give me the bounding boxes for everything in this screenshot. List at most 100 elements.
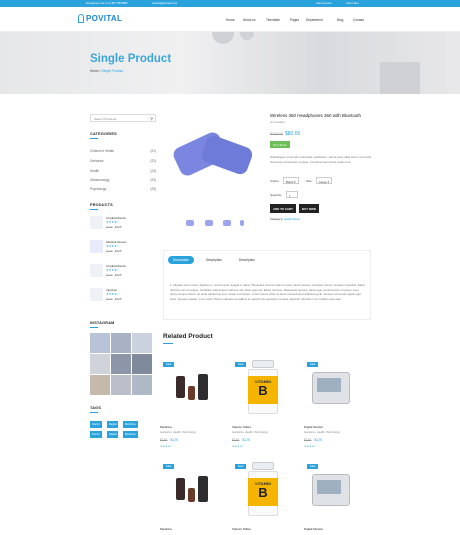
related-product-card[interactable]: Sale Medicine Geriatrics, Health, Psycho… [160, 356, 228, 454]
product-name[interactable]: Medicine [160, 425, 172, 429]
product-price: $148 $125 [304, 438, 322, 442]
category-item[interactable]: Children's Health (21) [90, 149, 156, 153]
product-thumbnail[interactable] [240, 220, 244, 226]
tab-description[interactable]: Description [201, 256, 227, 264]
bottle-image [198, 476, 208, 502]
tag-link[interactable]: Doctor [90, 421, 102, 428]
new-badge: New [235, 464, 247, 469]
rating-stars: ★★★★☆ [106, 244, 120, 248]
title-underline [90, 138, 98, 139]
bottle-image [176, 478, 185, 500]
product-name[interactable]: Digital Monitor [304, 425, 323, 429]
instagram-photo[interactable] [111, 375, 131, 395]
breadcrumb-separator: / [99, 69, 101, 73]
color-label: Colors: [270, 179, 280, 183]
color-select[interactable]: Black ▾ [283, 177, 299, 184]
tag-link[interactable]: Medicine [123, 431, 138, 438]
rating-stars: ★★★★☆ [106, 220, 120, 224]
cart-link[interactable]: Cart 0 Item [346, 2, 359, 5]
bottle-image [198, 374, 208, 400]
instagram-title: INSTAGRAM [90, 321, 115, 325]
nav-contact[interactable]: Contact [353, 18, 364, 22]
search-input[interactable]: Search Products... ⚲ [90, 114, 156, 122]
tab-content: 1. aliquam lorem ante, dapibus in, viver… [170, 283, 366, 301]
size-label: Size: [306, 179, 313, 183]
quantity-stepper[interactable]: 1 [286, 191, 298, 198]
instagram-photo[interactable] [90, 375, 110, 395]
tab-description-active[interactable]: Description [168, 256, 194, 264]
contact-email[interactable]: contact@domain.com [152, 2, 177, 5]
vitamin-label: VITAMIN B [248, 376, 278, 404]
tag-link[interactable]: Doctor [90, 431, 102, 438]
logo[interactable]: POVITAL [78, 14, 123, 23]
sidebar-product[interactable]: Cardial Monitor ★★★★☆ $175 $125 [90, 264, 156, 280]
product-reviews[interactable]: (2 reviews) [270, 120, 285, 124]
rating-stars: ★★★★☆ [304, 445, 318, 448]
sidebar-product[interactable]: Injection ★★★★☆ $175 $125 [90, 288, 156, 304]
instagram-photo[interactable] [111, 333, 131, 353]
product-categories: Geriatrics, Health, Psychology [160, 431, 196, 434]
search-icon[interactable]: ⚲ [150, 116, 153, 121]
instagram-photo[interactable] [90, 333, 110, 353]
brand-name: POVITAL [86, 14, 123, 23]
category-item[interactable]: Ultrasonology (24) [90, 178, 156, 182]
nav-timetable[interactable]: Timetable [266, 18, 280, 22]
instagram-photo[interactable] [132, 375, 152, 395]
product-name[interactable]: Vitamin Tablet [232, 527, 251, 531]
hero-lamp-image [240, 32, 254, 40]
breadcrumb: Home / Single Product [90, 69, 123, 73]
bottle-cap [252, 360, 274, 368]
tag-link[interactable]: Digital [107, 431, 119, 438]
tab-description[interactable]: Description [234, 256, 260, 264]
sidebar-product[interactable]: Cardial Monitor ★★★★☆ $185 $125 [90, 216, 156, 232]
category-item[interactable]: Psychology (25) [90, 187, 156, 191]
user-account-link[interactable]: User Account [316, 2, 331, 5]
buy-now-button[interactable]: BUY NOW [299, 204, 319, 213]
product-title: Wireless 360 Headphones 360 with Bluetoo… [270, 113, 362, 118]
product-categories: Geriatrics, Health, Psychology [304, 431, 340, 434]
breadcrumb-home[interactable]: Home [90, 69, 99, 73]
product-thumbnail [90, 216, 103, 229]
nav-pages[interactable]: Pages [290, 18, 299, 22]
instagram-photo[interactable] [111, 354, 131, 374]
title-underline [90, 209, 98, 210]
related-title: Related Product [163, 333, 213, 340]
category-item[interactable]: Geriatrics (22) [90, 159, 156, 163]
tag-link[interactable]: Medicine [123, 421, 138, 428]
related-product-card[interactable]: Sale Digital Monitor [304, 458, 372, 535]
nav-blog[interactable]: Blog [337, 18, 343, 22]
nav-about[interactable]: About us [243, 18, 256, 22]
add-to-cart-button[interactable]: ADD TO CART [270, 204, 296, 213]
new-badge: New [235, 362, 247, 367]
product-thumbnail[interactable] [205, 220, 213, 226]
instagram-photo[interactable] [90, 354, 110, 374]
related-product-card[interactable]: Sale Medicine [160, 458, 228, 535]
nav-home[interactable]: Home [226, 18, 235, 22]
instagram-photo[interactable] [132, 354, 152, 374]
product-thumbnail[interactable] [186, 220, 194, 226]
category-item[interactable]: Health (23) [90, 169, 156, 173]
sale-badge: Sale [307, 362, 319, 367]
sidebar-product[interactable]: Medical Gloves ★★★★☆ $175 $125 [90, 240, 156, 256]
monitor-screen [317, 378, 341, 392]
product-price: $148 $125 [232, 438, 250, 442]
product-description: Hellodlogue commodi molesciale vestibulu… [270, 155, 372, 164]
tag-link[interactable]: Digital [107, 421, 119, 428]
size-select[interactable]: Large ▾ [316, 177, 333, 184]
product-thumbnail[interactable] [223, 220, 231, 226]
related-product-card[interactable]: VITAMIN B New Vitamin Tablet Geriatrics,… [232, 356, 300, 454]
glove-image [199, 133, 255, 177]
categories-title: CATEGORIES [90, 132, 117, 136]
title-underline [90, 412, 98, 413]
emergency-line: Emergency Line: (+1) 987 786 8896 [86, 2, 128, 5]
related-product-card[interactable]: Sale Digital Monitor Geriatrics, Health,… [304, 356, 372, 454]
product-name[interactable]: Vitamin Tablet [232, 425, 251, 429]
nav-department[interactable]: Department [306, 18, 323, 22]
instagram-photo[interactable] [132, 333, 152, 353]
product-thumbnail [90, 288, 103, 301]
product-name[interactable]: Medicine [160, 527, 172, 531]
product-name[interactable]: Digital Monitor [304, 527, 323, 531]
product-main-image[interactable] [163, 111, 261, 206]
hero-lamp-image [212, 32, 234, 44]
related-product-card[interactable]: VITAMIN B New Vitamin Tablet [232, 458, 300, 535]
